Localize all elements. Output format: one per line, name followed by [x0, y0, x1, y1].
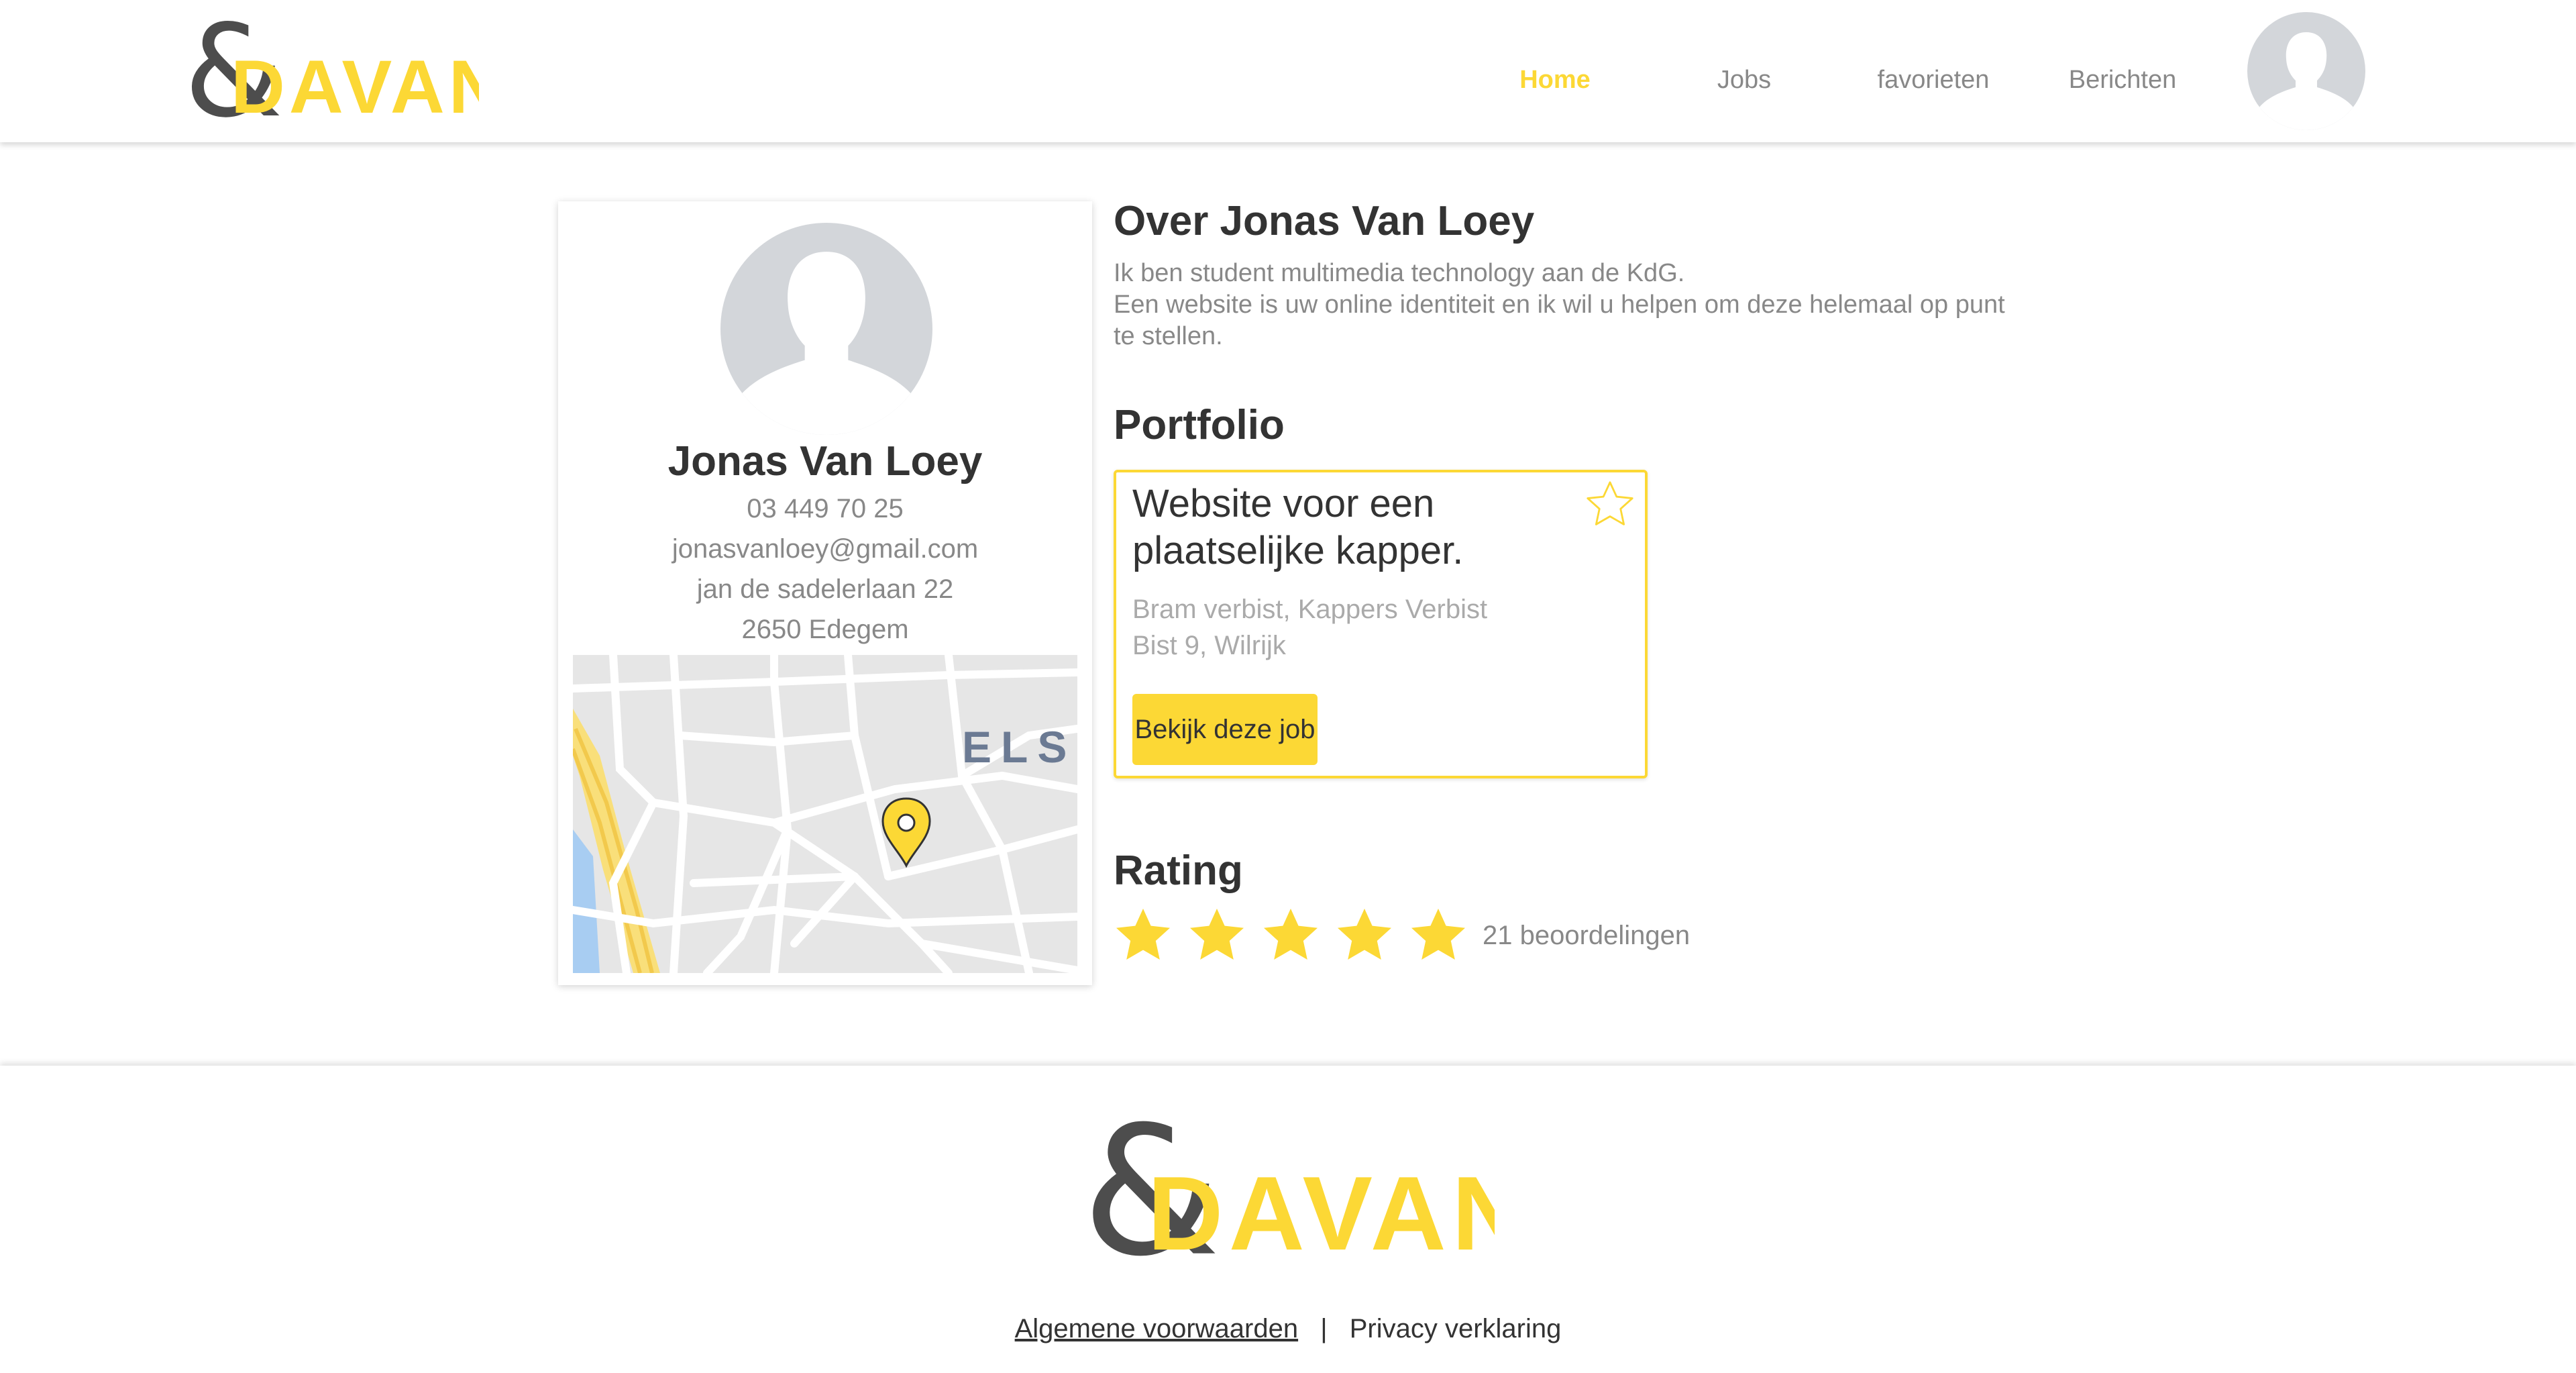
view-job-button[interactable]: Bekijk deze job	[1132, 694, 1318, 765]
main-nav: Home Jobs favorieten Berichten	[0, 0, 2576, 142]
star-filled-icon	[1264, 909, 1318, 960]
user-avatar[interactable]	[2247, 12, 2365, 130]
user-silhouette-icon	[2255, 32, 2357, 130]
svg-text:ELS: ELS	[962, 722, 1076, 772]
terms-link[interactable]: Algemene voorwaarden	[1015, 1314, 1298, 1343]
star-filled-icon	[1338, 909, 1391, 960]
about-text-line1: Ik ben student multimedia technology aan…	[1114, 259, 1685, 287]
about-title: Over Jonas Van Loey	[1114, 198, 1535, 244]
about-text-line2: Een website is uw online identiteit en i…	[1114, 291, 2005, 350]
rating-title: Rating	[1114, 848, 1243, 894]
profile-street: jan de sadelerlaan 22	[696, 574, 954, 604]
profile-card: Jonas Van Loey 03 449 70 25 jonasvanloey…	[558, 201, 1092, 985]
nav-berichten[interactable]: Berichten	[2035, 66, 2210, 95]
footer-separator: |	[1320, 1314, 1328, 1343]
davant-logo-footer[interactable]: & DAVANT	[1081, 1113, 1495, 1259]
rating-count: 21 beoordelingen	[1483, 921, 1690, 950]
profile-avatar	[720, 223, 932, 435]
job-title: Website voor een plaatselijke kapper.	[1132, 482, 1464, 572]
portfolio-job-card: Website voor een plaatselijke kapper. Br…	[1114, 470, 1648, 778]
nav-home[interactable]: Home	[1468, 66, 1642, 95]
job-address: Bist 9, Wilrijk	[1132, 631, 1286, 660]
star-filled-icon	[1190, 909, 1244, 960]
profile-email: jonasvanloey@gmail.com	[672, 534, 979, 564]
star-outline-icon[interactable]	[1582, 476, 1638, 533]
portfolio-title: Portfolio	[1114, 402, 1285, 448]
job-client: Bram verbist, Kappers Verbist	[1132, 595, 1488, 624]
svg-text:DAVANT: DAVANT	[1147, 1155, 1495, 1259]
footer-links: Algemene voorwaarden | Privacy verklarin…	[0, 1314, 2576, 1344]
about-text: Ik ben student multimedia technology aan…	[1114, 258, 2026, 352]
profile-name: Jonas Van Loey	[667, 438, 983, 485]
profile-city: 2650 Edegem	[741, 615, 909, 644]
privacy-link[interactable]: Privacy verklaring	[1350, 1314, 1562, 1343]
nav-favorieten[interactable]: favorieten	[1846, 66, 2021, 95]
nav-jobs[interactable]: Jobs	[1657, 66, 1831, 95]
profile-phone: 03 449 70 25	[747, 494, 904, 523]
site-header: & DAVANT Home Jobs favorieten Berichten	[0, 0, 2576, 142]
star-filled-icon	[1411, 909, 1465, 960]
user-silhouette-icon	[732, 252, 921, 435]
site-footer: & DAVANT Algemene voorwaarden | Privacy …	[0, 1066, 2576, 1373]
location-map[interactable]: ELS	[573, 655, 1077, 973]
star-filled-icon	[1116, 909, 1170, 960]
